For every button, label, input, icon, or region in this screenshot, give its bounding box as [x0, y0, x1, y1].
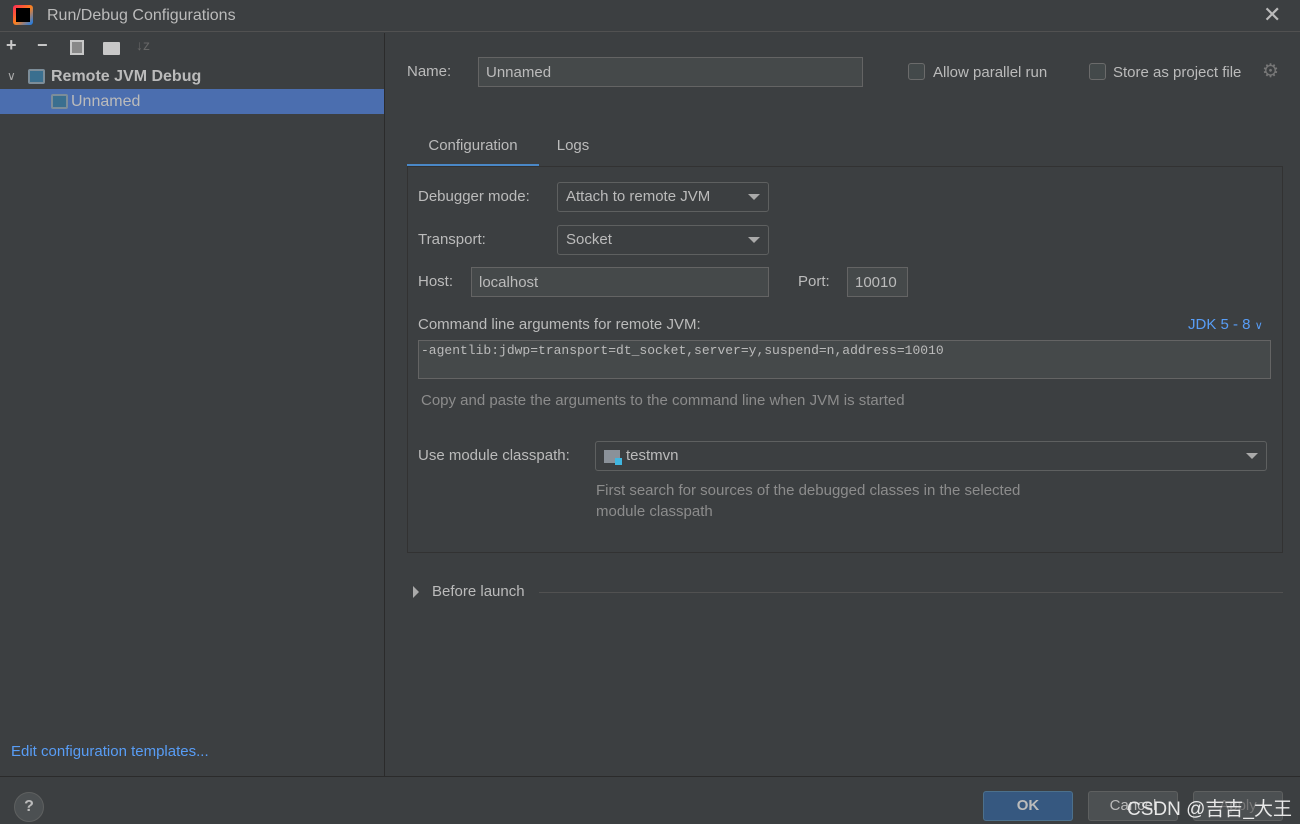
cmd-args-hint: Copy and paste the arguments to the comm…	[421, 392, 905, 409]
module-hint-line1: First search for sources of the debugged…	[596, 482, 1021, 499]
ok-button[interactable]: OK	[983, 791, 1073, 821]
divider	[539, 592, 1283, 593]
select-value: Socket	[566, 231, 612, 248]
select-value: testmvn	[626, 447, 679, 464]
cmd-args-label: Command line arguments for remote JVM:	[418, 316, 701, 333]
cmd-args-field[interactable]: -agentlib:jdwp=transport=dt_socket,serve…	[418, 340, 1271, 379]
store-project-checkbox[interactable]	[1089, 63, 1106, 80]
copy-icon[interactable]	[70, 40, 84, 55]
jdk-link-text: JDK 5 - 8	[1188, 316, 1251, 333]
chevron-down-icon[interactable]: ∨	[7, 64, 16, 89]
tab-configuration[interactable]: Configuration	[407, 131, 539, 167]
module-classpath-select[interactable]: testmvn	[595, 441, 1267, 471]
tab-label: Logs	[556, 137, 590, 154]
close-icon[interactable]: ✕	[1263, 2, 1281, 28]
module-folder-icon	[604, 449, 622, 465]
chevron-down-icon: ∨	[1254, 320, 1263, 332]
remote-debug-icon	[28, 69, 45, 84]
edit-templates-link[interactable]: Edit configuration templates...	[11, 743, 209, 760]
tab-logs[interactable]: Logs	[539, 131, 607, 167]
remove-icon[interactable]: −	[37, 35, 48, 56]
allow-parallel-checkbox[interactable]	[908, 63, 925, 80]
before-launch-label: Before launch	[432, 583, 525, 600]
module-classpath-label: Use module classpath:	[418, 447, 570, 464]
footer-divider	[0, 776, 1300, 777]
dropdown-arrow-icon	[748, 194, 760, 200]
tree-group-remote-jvm-debug[interactable]: ∨ Remote JVM Debug	[0, 64, 384, 89]
watermark: CSDN @吉吉_大王	[1127, 799, 1292, 820]
debugger-mode-select[interactable]: Attach to remote JVM	[557, 182, 769, 212]
tree-item-label: Unnamed	[71, 93, 141, 110]
module-hint-line2: module classpath	[596, 503, 713, 520]
intellij-logo-icon	[13, 5, 33, 25]
debugger-mode-label: Debugger mode:	[418, 188, 530, 205]
host-input[interactable]	[471, 267, 769, 297]
host-label: Host:	[418, 273, 454, 290]
tree-group-label: Remote JVM Debug	[51, 68, 202, 85]
help-button[interactable]: ?	[14, 792, 44, 822]
port-input[interactable]	[847, 267, 908, 297]
dropdown-arrow-icon	[1246, 453, 1258, 459]
jdk-version-link[interactable]: JDK 5 - 8 ∨	[1188, 316, 1263, 333]
name-label: Name:	[407, 63, 452, 80]
transport-select[interactable]: Socket	[557, 225, 769, 255]
tree-item-unnamed[interactable]: Unnamed	[0, 89, 384, 114]
port-label: Port:	[798, 273, 830, 290]
tab-label: Configuration	[428, 137, 518, 154]
title-bar: Run/Debug Configurations ✕	[0, 0, 1300, 32]
store-project-label[interactable]: Store as project file	[1113, 64, 1241, 81]
gear-icon[interactable]: ⚙	[1262, 60, 1279, 83]
config-sidebar: + − ↓z ∨ Remote JVM Debug Unnamed Edit c…	[0, 33, 385, 776]
allow-parallel-label[interactable]: Allow parallel run	[933, 64, 1047, 81]
name-input[interactable]	[478, 57, 863, 87]
dropdown-arrow-icon	[748, 237, 760, 243]
expand-arrow-icon	[413, 586, 419, 598]
select-value: Attach to remote JVM	[566, 188, 711, 205]
new-folder-icon[interactable]	[103, 42, 120, 55]
before-launch-section[interactable]: Before launch	[413, 583, 1283, 603]
add-icon[interactable]: +	[6, 35, 17, 56]
window-title: Run/Debug Configurations	[47, 7, 236, 24]
sort-icon[interactable]: ↓z	[136, 37, 150, 53]
transport-label: Transport:	[418, 231, 486, 248]
remote-debug-icon	[51, 94, 68, 109]
